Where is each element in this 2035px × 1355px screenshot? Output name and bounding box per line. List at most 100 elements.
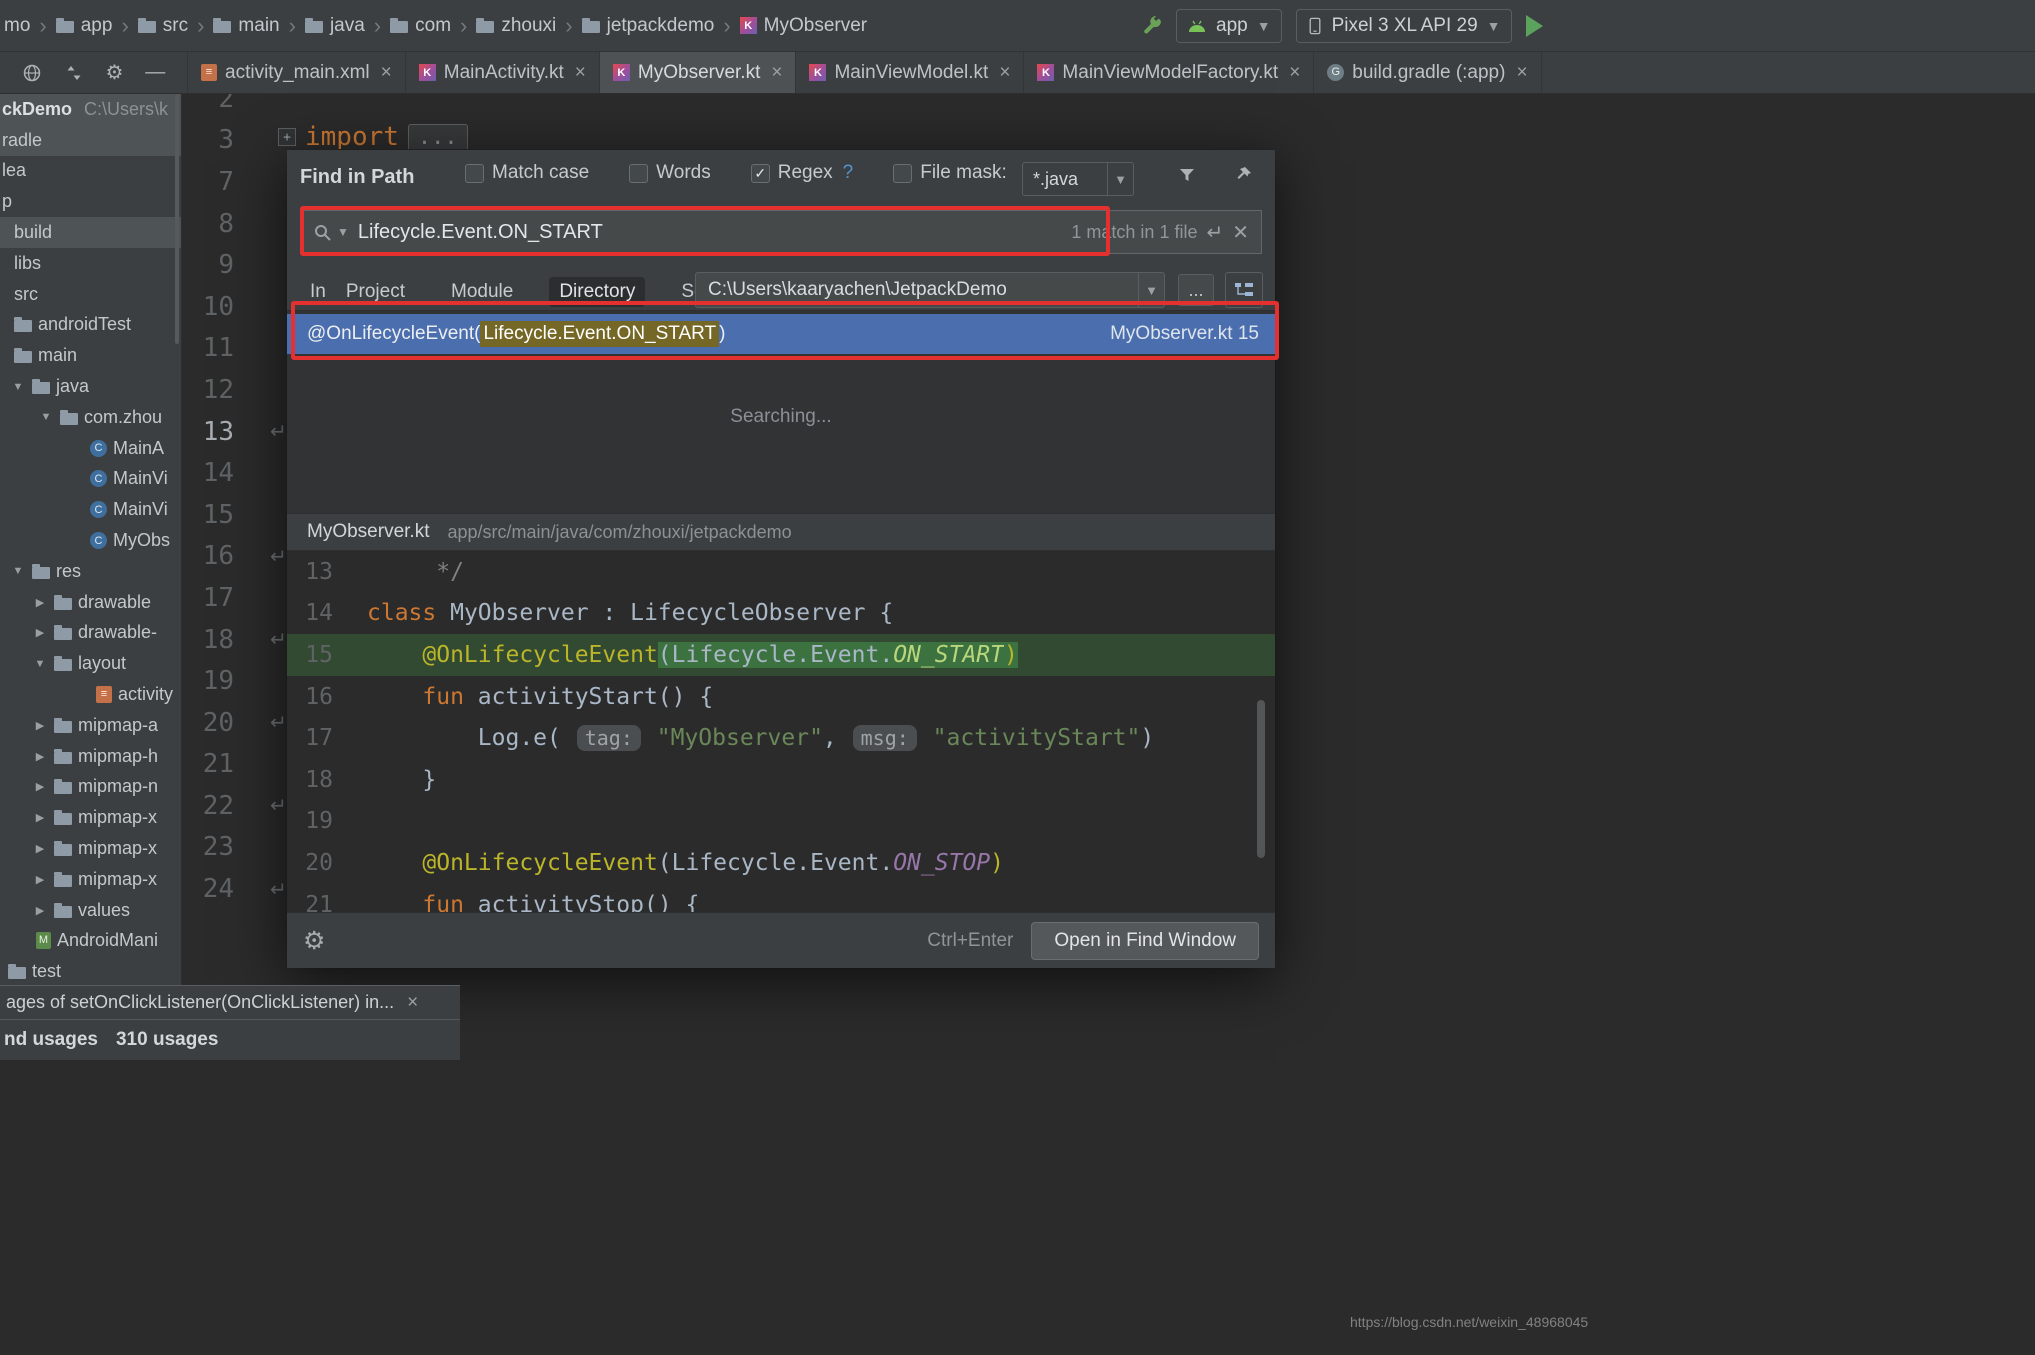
chevron-down-icon[interactable]: ▼	[1107, 163, 1133, 195]
wrench-icon[interactable]	[1140, 15, 1162, 37]
chevron-down-icon[interactable]: ▼	[1138, 273, 1164, 307]
project-tree-row[interactable]: ▶mipmap-n	[0, 772, 181, 803]
scrollbar[interactable]	[175, 94, 179, 344]
project-tree-row[interactable]: CMainVi	[0, 464, 181, 495]
gear-icon[interactable]: ⚙	[105, 60, 123, 85]
project-tree-row[interactable]: build	[0, 217, 181, 248]
chevron-right-icon[interactable]: ▶	[32, 750, 48, 763]
checkbox[interactable]: ✓	[751, 164, 770, 183]
project-tree-row[interactable]: test	[0, 956, 181, 985]
checkbox[interactable]	[629, 164, 648, 183]
chevron-down-icon[interactable]: ▼	[10, 381, 26, 393]
help-link[interactable]: ?	[843, 162, 854, 184]
clear-search-icon[interactable]: ✕	[1232, 220, 1249, 245]
chevron-down-icon[interactable]: ▼	[32, 658, 48, 670]
file-mask-combo[interactable]: *.java ▼	[1022, 162, 1134, 196]
project-tree-row[interactable]: CMainVi	[0, 494, 181, 525]
project-tree-row[interactable]: ▶mipmap-x	[0, 864, 181, 895]
breadcrumb-item[interactable]: jetpackdemo	[582, 15, 715, 37]
directory-structure-button[interactable]	[1225, 272, 1263, 308]
project-tree-row[interactable]: ▶drawable	[0, 587, 181, 618]
chevron-down-icon[interactable]: ▼	[10, 565, 26, 577]
chevron-right-icon[interactable]: ▶	[32, 873, 48, 886]
scope-project[interactable]: Project	[336, 277, 415, 307]
find-option-words[interactable]: Words	[629, 162, 711, 184]
checkbox[interactable]	[893, 164, 912, 183]
folded-code-placeholder[interactable]: ...	[408, 124, 468, 151]
find-option-regex[interactable]: ✓Regex?	[751, 162, 854, 184]
chevron-right-icon[interactable]: ▶	[32, 719, 48, 732]
scope-module[interactable]: Module	[441, 277, 523, 307]
breadcrumb-item[interactable]: mo	[4, 15, 30, 37]
breadcrumb-item[interactable]: app	[56, 15, 113, 37]
project-tree-row[interactable]: p	[0, 186, 181, 217]
project-tree-row[interactable]: CMainA	[0, 433, 181, 464]
browse-button[interactable]: ...	[1178, 274, 1214, 306]
breadcrumb-item[interactable]: zhouxi	[476, 15, 556, 37]
device-selector[interactable]: Pixel 3 XL API 29 ▼	[1296, 9, 1512, 43]
editor-tab[interactable]: KMainActivity.kt×	[406, 52, 600, 93]
open-in-find-window-button[interactable]: Open in Find Window	[1031, 922, 1259, 960]
breadcrumb-item[interactable]: KMyObserver	[740, 15, 867, 37]
project-tree-row[interactable]: ▼layout	[0, 648, 181, 679]
chevron-right-icon[interactable]: ▶	[32, 842, 48, 855]
breadcrumb-item[interactable]: main	[213, 15, 279, 37]
fold-expand-icon[interactable]: +	[278, 128, 296, 146]
find-results-tab[interactable]: ages of setOnClickListener(OnClickListen…	[0, 986, 460, 1020]
project-tree-row[interactable]: ▶mipmap-x	[0, 833, 181, 864]
hide-panel-icon[interactable]: —	[145, 61, 165, 84]
gear-icon[interactable]: ⚙	[303, 926, 325, 956]
project-tree-row[interactable]: ▶drawable-	[0, 618, 181, 649]
find-option-file-mask-[interactable]: File mask:	[893, 162, 1007, 184]
project-tree-row[interactable]: libs	[0, 248, 181, 279]
pin-icon[interactable]	[1233, 165, 1253, 185]
close-icon[interactable]: ×	[407, 992, 418, 1014]
project-tree-row[interactable]: ▼com.zhou	[0, 402, 181, 433]
find-option-match-case[interactable]: Match case	[465, 162, 589, 184]
globe-icon[interactable]	[22, 63, 42, 83]
close-icon[interactable]: ×	[1289, 62, 1300, 84]
close-icon[interactable]: ×	[999, 62, 1010, 84]
editor-tab[interactable]: KMainViewModel.kt×	[796, 52, 1024, 93]
editor-tab[interactable]: ≡activity_main.xml×	[188, 52, 406, 93]
scope-directory[interactable]: Directory	[549, 277, 645, 307]
project-tree-row[interactable]: ▶mipmap-x	[0, 802, 181, 833]
project-tree-row[interactable]: androidTest	[0, 310, 181, 341]
project-tree-row[interactable]: ckDemoC:\Users\k	[0, 94, 181, 125]
run-button[interactable]	[1526, 15, 1543, 37]
project-tree-row[interactable]: ▼res	[0, 556, 181, 587]
project-tree-row[interactable]: main	[0, 340, 181, 371]
project-tree-row[interactable]: ▶mipmap-h	[0, 741, 181, 772]
editor-tab[interactable]: Gbuild.gradle (:app)×	[1314, 52, 1541, 93]
project-tree-row[interactable]: radle	[0, 125, 181, 156]
close-icon[interactable]: ×	[381, 62, 392, 84]
project-tree-row[interactable]: ≡activity	[0, 679, 181, 710]
filter-icon[interactable]	[1177, 165, 1197, 185]
chevron-down-icon[interactable]: ▼	[337, 225, 349, 239]
editor-tab[interactable]: KMainViewModelFactory.kt×	[1024, 52, 1314, 93]
search-result-row[interactable]: @OnLifecycleEvent(Lifecycle.Event.ON_STA…	[287, 314, 1275, 354]
project-tree-row[interactable]: ▶values	[0, 895, 181, 926]
search-input[interactable]: ▼ Lifecycle.Event.ON_START 1 match in 1 …	[300, 210, 1262, 254]
directory-path-combo[interactable]: C:\Users\kaaryachen\JetpackDemo ▼	[695, 272, 1165, 308]
project-tree-row[interactable]: CMyObs	[0, 525, 181, 556]
project-tree-row[interactable]: ▶mipmap-a	[0, 710, 181, 741]
chevron-right-icon[interactable]: ▶	[32, 626, 48, 639]
breadcrumb-item[interactable]: java	[305, 15, 365, 37]
editor-tab[interactable]: KMyObserver.kt×	[600, 52, 797, 93]
run-config-selector[interactable]: app ▼	[1176, 9, 1282, 43]
chevron-right-icon[interactable]: ▶	[32, 596, 48, 609]
project-tree-row[interactable]: MAndroidMani	[0, 926, 181, 957]
close-icon[interactable]: ×	[771, 62, 782, 84]
newline-icon[interactable]: ↵	[1206, 220, 1223, 245]
project-tree-row[interactable]: ▼java	[0, 371, 181, 402]
chevron-down-icon[interactable]: ▼	[38, 411, 54, 423]
chevron-right-icon[interactable]: ▶	[32, 811, 48, 824]
chevron-right-icon[interactable]: ▶	[32, 780, 48, 793]
scrollbar[interactable]	[1257, 700, 1265, 858]
sort-icon[interactable]	[64, 63, 84, 83]
project-tree-row[interactable]: src	[0, 279, 181, 310]
breadcrumb-item[interactable]: com	[390, 15, 451, 37]
checkbox[interactable]	[465, 164, 484, 183]
chevron-right-icon[interactable]: ▶	[32, 904, 48, 917]
